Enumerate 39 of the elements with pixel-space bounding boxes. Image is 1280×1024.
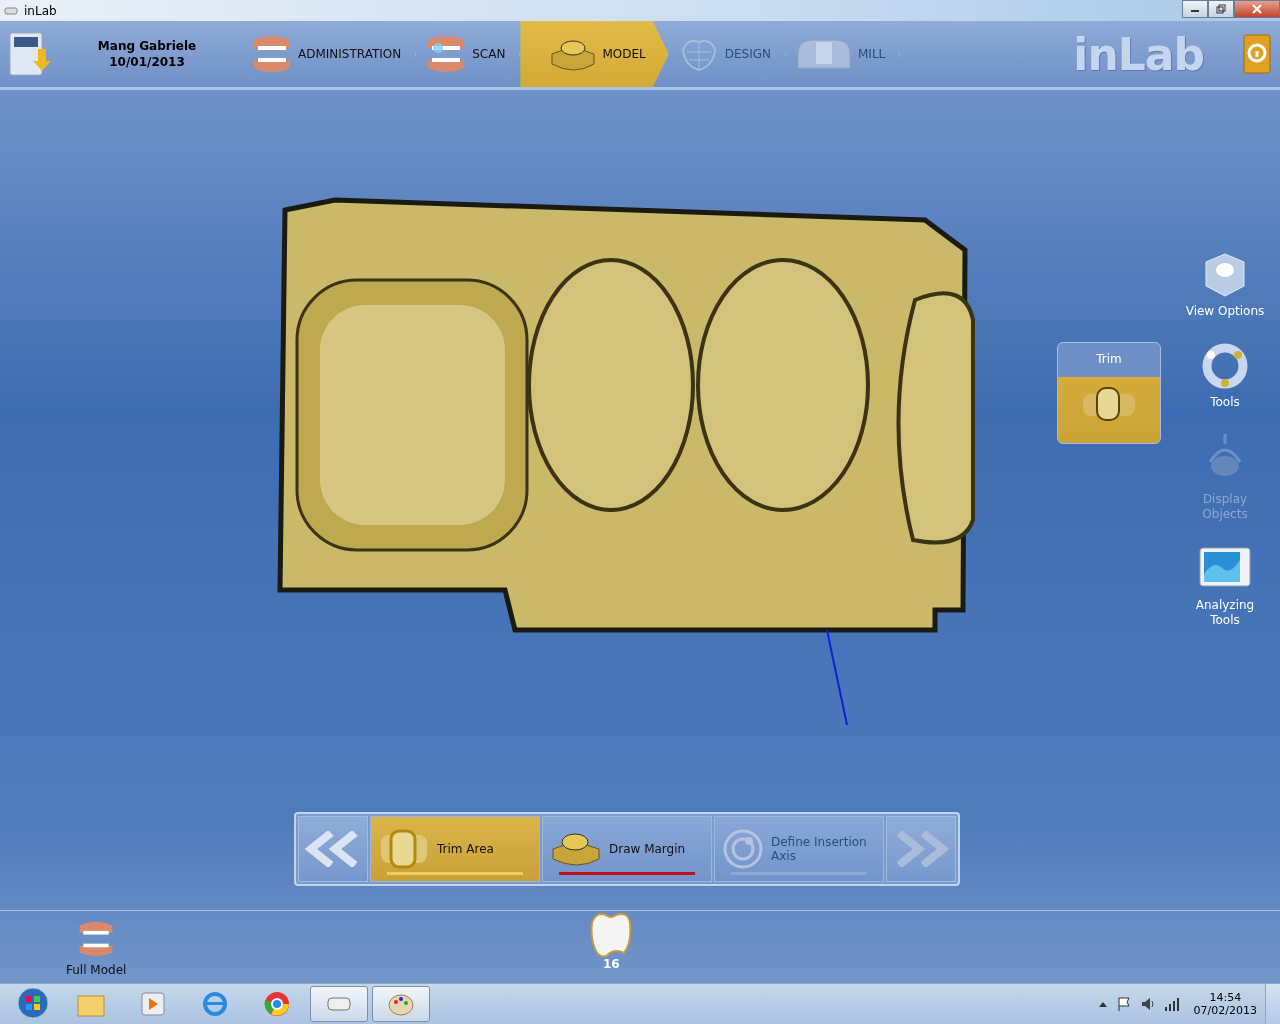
taskbar-app-button[interactable] xyxy=(310,986,368,1022)
trim-panel[interactable]: Trim xyxy=(1057,342,1161,444)
windows-logo-icon xyxy=(16,985,50,1020)
tray-caret-icon[interactable] xyxy=(1097,1000,1108,1008)
full-model-button[interactable]: Full Model xyxy=(66,917,127,977)
inlab-logo: inLab xyxy=(1073,28,1204,80)
restore-icon xyxy=(1216,4,1226,14)
phase-tab[interactable]: MODEL xyxy=(520,21,669,87)
tool-ring-icon xyxy=(1200,341,1250,391)
patient-name: Mang Gabriele xyxy=(97,38,197,54)
previous-button[interactable] xyxy=(298,816,368,882)
browser-circle-icon xyxy=(262,990,292,1018)
help-book-icon[interactable] xyxy=(1240,31,1274,77)
play-icon xyxy=(138,990,168,1018)
trim-panel-title: Trim xyxy=(1096,352,1122,366)
side-tool-button[interactable]: Tools xyxy=(1185,341,1265,410)
flag-icon[interactable] xyxy=(1115,996,1132,1012)
step-tab[interactable]: Draw Margin xyxy=(542,816,712,882)
restore-button[interactable] xyxy=(1208,0,1234,18)
speaker-icon[interactable] xyxy=(1139,996,1156,1012)
close-button[interactable] xyxy=(1234,0,1280,18)
target-icon xyxy=(721,827,765,871)
phase-tab[interactable]: ADMINISTRATION xyxy=(242,21,417,87)
window-title: inLab xyxy=(24,3,57,18)
close-icon xyxy=(1252,4,1262,14)
clock-date[interactable]: 07/02/2013 xyxy=(1193,1004,1257,1017)
side-tool-button[interactable]: View Options xyxy=(1185,250,1265,319)
show-desktop-button[interactable] xyxy=(1265,984,1280,1024)
clock-time[interactable]: 14:54 xyxy=(1209,991,1242,1004)
side-tool-button[interactable]: Analyzing Tools xyxy=(1185,544,1265,628)
patient-date: 10/01/2013 xyxy=(109,54,185,70)
taskbar-app-button[interactable] xyxy=(372,986,430,1022)
signal-icon[interactable] xyxy=(1163,996,1180,1012)
browser-e-icon xyxy=(200,990,230,1018)
step-tab[interactable]: Trim Area xyxy=(370,816,540,882)
patient-file-icon[interactable] xyxy=(8,29,52,79)
tooth-button[interactable]: 16 xyxy=(586,909,637,971)
minimize-button[interactable] xyxy=(1182,0,1208,18)
phase-tab[interactable]: SCAN xyxy=(416,21,521,87)
